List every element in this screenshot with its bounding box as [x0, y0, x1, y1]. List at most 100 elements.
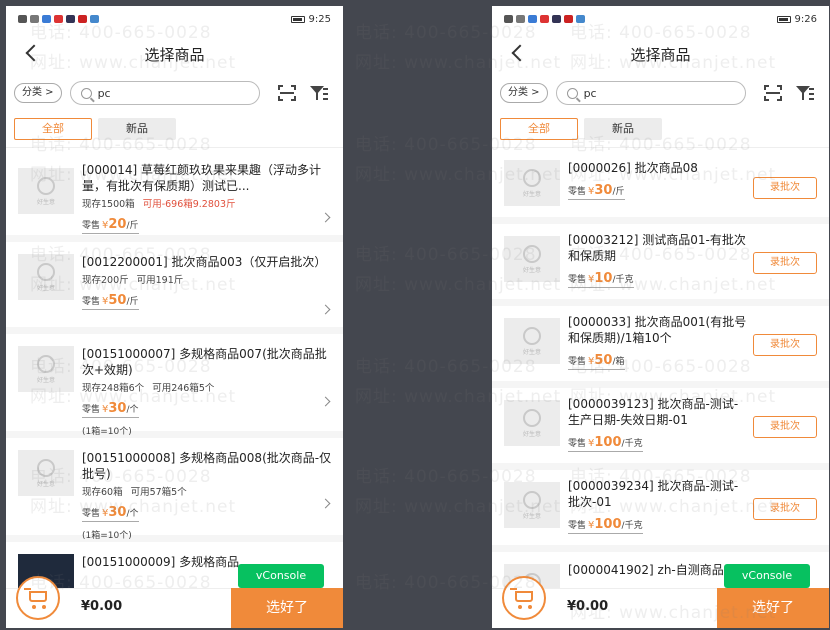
retail-price: 零售 ¥10/千克: [568, 267, 634, 288]
phone-screen-right: 9:26 选择商品 分类 > pc 全部 新品 好生意 [0000026] 批次…: [492, 6, 829, 628]
tab-all[interactable]: 全部: [14, 117, 92, 140]
product-item[interactable]: 好生意 [00003212] 测试商品01-有批次和保质期 零售 ¥10/千克 录…: [492, 224, 829, 306]
record-batch-button[interactable]: 录批次: [753, 177, 817, 199]
title-bar: 选择商品: [492, 32, 829, 76]
app-icon: [564, 15, 573, 23]
placeholder-logo-icon: [523, 244, 541, 263]
tab-new[interactable]: 新品: [98, 117, 176, 140]
product-name: [0000026] 批次商品08: [568, 161, 698, 175]
scan-icon[interactable]: [763, 85, 782, 101]
notification-icon: [18, 15, 27, 23]
battery-icon: [776, 15, 791, 23]
vconsole-button[interactable]: vConsole: [724, 564, 810, 588]
product-list: 好生意 [000014] 草莓红颜玖玖果来果趣（浮动多计量，有批次有保质期）测试…: [6, 148, 343, 602]
search-input[interactable]: pc: [555, 81, 746, 105]
retail-price: 零售 ¥50/斤: [82, 289, 139, 310]
category-button[interactable]: 分类 >: [14, 83, 62, 103]
status-bar: 9:26: [492, 6, 829, 32]
app-icon: [42, 15, 51, 23]
product-item[interactable]: 好生意 [0012200001] 批次商品003（仅开启批次） 现存200斤 可用…: [6, 242, 343, 334]
product-name: [0012200001] 批次商品003（仅开启批次）: [82, 255, 327, 269]
vconsole-button[interactable]: vConsole: [238, 564, 324, 588]
unit-conversion-note: (1箱=10个): [82, 531, 132, 541]
status-bar: 9:25: [6, 6, 343, 32]
app-icon: [528, 15, 537, 23]
placeholder-logo-icon: [37, 354, 55, 373]
app-icon: [576, 15, 585, 23]
app-icon: [54, 15, 63, 23]
filter-icon[interactable]: [795, 85, 814, 101]
product-item[interactable]: 好生意 [00151000007] 多规格商品007(批次商品批次+效期) 现存…: [6, 334, 343, 438]
product-thumbnail: 好生意: [504, 236, 560, 282]
product-name: [000014] 草莓红颜玖玖果来果趣（浮动多计量，有批次有保质期）测试已...: [82, 163, 321, 193]
tab-all[interactable]: 全部: [500, 117, 578, 140]
stock-info: 现存1500箱 可用-696箱9.2803斤: [82, 199, 236, 210]
product-name: [00003212] 测试商品01-有批次和保质期: [568, 233, 746, 263]
status-time: 9:26: [794, 13, 817, 25]
app-icon: [66, 15, 75, 23]
done-button[interactable]: 选好了: [717, 588, 829, 628]
placeholder-logo-icon: [523, 408, 541, 427]
retail-price: 零售 ¥20/斤: [82, 213, 139, 234]
record-batch-button[interactable]: 录批次: [753, 334, 817, 356]
product-thumbnail: 好生意: [504, 318, 560, 364]
product-name: [0000041902] zh-自测商品: [568, 563, 724, 577]
status-icons: [18, 15, 99, 23]
app-icon: [90, 15, 99, 23]
placeholder-logo-icon: [523, 326, 541, 345]
stock-info: 现存248箱6个 可用246箱5个: [82, 383, 215, 394]
retail-price: 零售 ¥30/个: [82, 397, 139, 418]
product-thumbnail: 好生意: [18, 346, 74, 392]
product-thumbnail: 好生意: [18, 168, 74, 214]
product-item[interactable]: 好生意 [000014] 草莓红颜玖玖果来果趣（浮动多计量，有批次有保质期）测试…: [6, 148, 343, 242]
product-name: [0000033] 批次商品001(有批号和保质期)/1箱10个: [568, 315, 747, 345]
search-value: pc: [583, 86, 597, 100]
title-bar: 选择商品: [6, 32, 343, 76]
product-item[interactable]: 好生意 [0000039234] 批次商品-测试-批次-01 零售 ¥100/千克…: [492, 470, 829, 552]
product-name: [0000039123] 批次商品-测试-生产日期-失效日期-01: [568, 397, 739, 427]
total-amount: ¥0.00: [567, 599, 609, 614]
tab-new[interactable]: 新品: [584, 117, 662, 140]
unit-conversion-note: (1箱=10个): [82, 427, 132, 437]
app-icon: [540, 15, 549, 23]
product-thumbnail: 好生意: [504, 160, 560, 206]
product-thumbnail: 好生意: [504, 482, 560, 528]
product-item[interactable]: 好生意 [00151000008] 多规格商品008(批次商品-仅批号) 现存6…: [6, 438, 343, 542]
product-thumbnail: 好生意: [18, 450, 74, 496]
product-item[interactable]: 好生意 [0000026] 批次商品08 零售 ¥30/斤 录批次: [492, 148, 829, 224]
app-icon: [78, 15, 87, 23]
stock-info: 现存60箱 可用57箱5个: [82, 487, 187, 498]
product-name: [0000039234] 批次商品-测试-批次-01: [568, 479, 739, 509]
page-title: 选择商品: [144, 45, 205, 64]
cart-icon[interactable]: [16, 576, 60, 620]
status-time: 9:25: [308, 13, 331, 25]
search-input[interactable]: pc: [69, 81, 260, 105]
back-arrow-icon[interactable]: [506, 41, 530, 65]
tab-bar: 全部 新品: [492, 110, 829, 148]
phone-screen-left: 9:25 选择商品 分类 > pc 全部 新品 好生意 [000014] 草莓红…: [6, 6, 343, 628]
placeholder-logo-icon: [37, 176, 55, 195]
back-arrow-icon[interactable]: [20, 41, 44, 65]
search-value: pc: [97, 86, 111, 100]
retail-price: 零售 ¥30/个: [82, 501, 139, 522]
record-batch-button[interactable]: 录批次: [753, 416, 817, 438]
product-item[interactable]: 好生意 [0000039123] 批次商品-测试-生产日期-失效日期-01 零售…: [492, 388, 829, 470]
wifi-icon: [516, 15, 525, 23]
app-icon: [552, 15, 561, 23]
placeholder-logo-icon: [37, 262, 55, 281]
placeholder-logo-icon: [523, 490, 541, 509]
scan-icon[interactable]: [277, 85, 296, 101]
tab-bar: 全部 新品: [6, 110, 343, 148]
placeholder-logo-icon: [37, 458, 55, 477]
product-item[interactable]: 好生意 [0000033] 批次商品001(有批号和保质期)/1箱10个 零售 ¥…: [492, 306, 829, 388]
category-button[interactable]: 分类 >: [500, 83, 548, 103]
battery-icon: [290, 15, 305, 23]
done-button[interactable]: 选好了: [231, 588, 343, 628]
filter-icon[interactable]: [309, 85, 328, 101]
record-batch-button[interactable]: 录批次: [753, 498, 817, 520]
retail-price: 零售 ¥100/千克: [568, 431, 643, 452]
record-batch-button[interactable]: 录批次: [753, 252, 817, 274]
product-name: [00151000008] 多规格商品008(批次商品-仅批号): [82, 451, 332, 481]
cart-icon[interactable]: [502, 576, 546, 620]
notification-icon: [504, 15, 513, 23]
